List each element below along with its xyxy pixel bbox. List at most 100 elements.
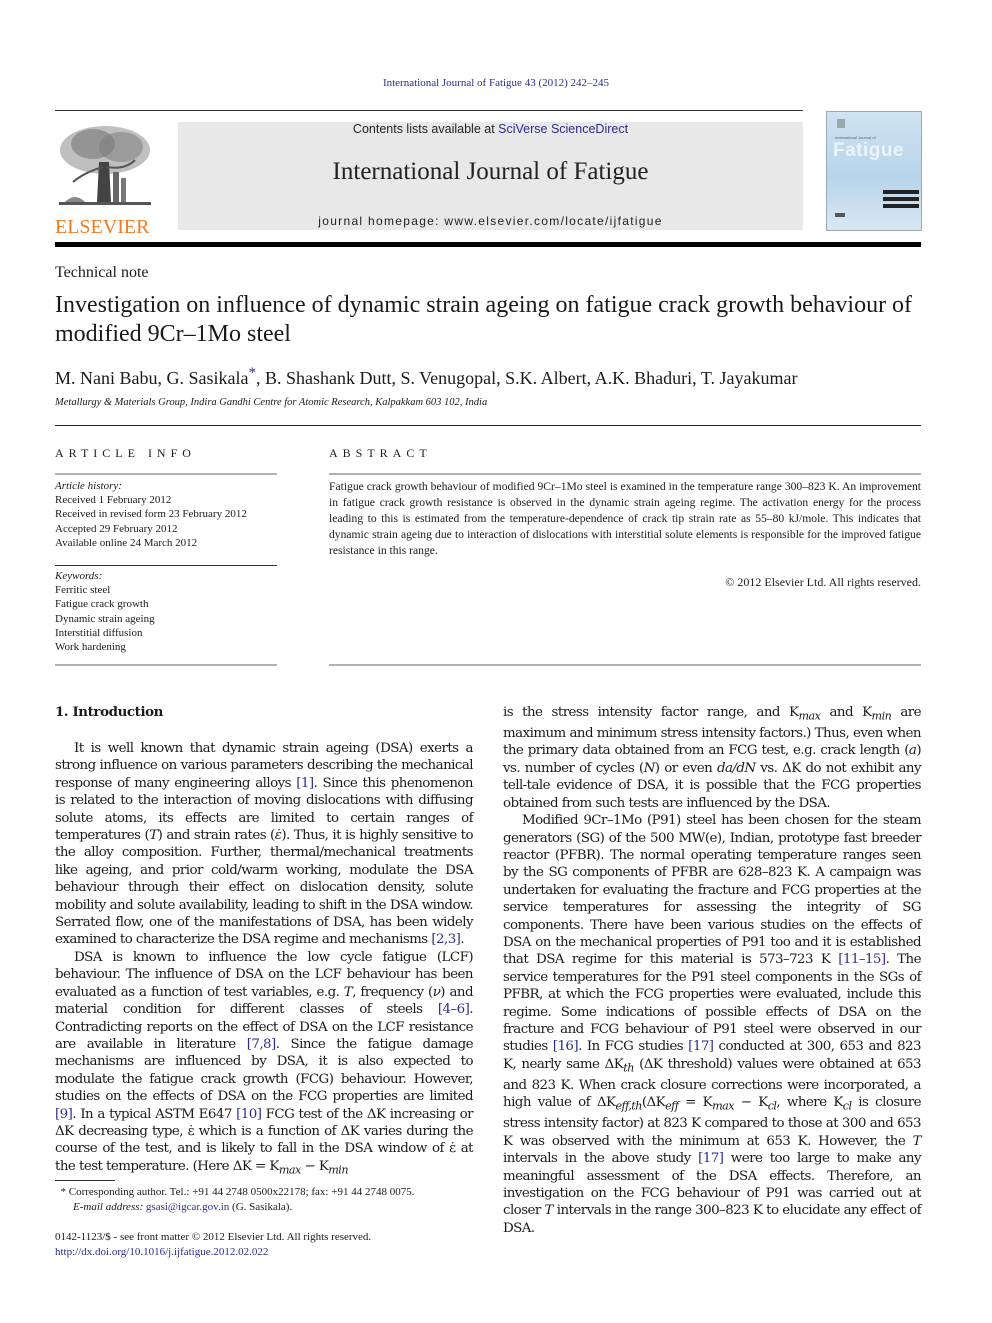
abstract-bottom-rule — [329, 664, 921, 666]
journal-homepage[interactable]: journal homepage: www.elsevier.com/locat… — [178, 214, 803, 228]
header-rule — [55, 110, 803, 111]
symbol: N — [643, 760, 656, 776]
contents-prefix: Contents lists available at — [352, 122, 499, 136]
abstract-text: Fatigue crack growth behaviour of modifi… — [329, 480, 921, 557]
cover-bar — [883, 190, 919, 194]
journal-cover-image: International Journal of Fatigue — [826, 111, 922, 231]
text: . — [460, 932, 465, 948]
contents-line: Contents lists available at SciVerse Sci… — [178, 122, 803, 136]
doi-link[interactable]: http://dx.doi.org/10.1016/j.ijfatigue.20… — [55, 1245, 371, 1260]
email-label: E-mail address: — [73, 1201, 146, 1213]
symbol: da/dN — [716, 760, 756, 776]
header-thick-rule — [55, 242, 921, 247]
footnote-email-line: E-mail address: gsasi@igcar.gov.in (G. S… — [55, 1200, 495, 1215]
subscript: max — [798, 709, 821, 723]
citation-link[interactable]: [17] — [698, 1151, 724, 1166]
subscript: max — [278, 1163, 301, 1177]
sciencedirect-link[interactable]: SciVerse ScienceDirect — [498, 122, 628, 136]
abstract-heading: ABSTRACT — [329, 446, 432, 460]
text: (ΔK — [641, 1095, 666, 1111]
citation-link[interactable]: [9] — [55, 1107, 73, 1122]
subscript: min — [328, 1163, 348, 1177]
history-item: Received 1 February 2012 — [55, 494, 172, 507]
subscript: cl — [842, 1099, 852, 1113]
footnote-rule — [55, 1180, 115, 1181]
symbol: T — [149, 828, 158, 844]
text: and K — [820, 705, 872, 720]
authors-after: , B. Shashank Dutt, S. Venugopal, S.K. A… — [255, 368, 798, 388]
cover-bar — [883, 197, 919, 201]
cover-bar — [883, 204, 919, 208]
citation-link[interactable]: [4–6] — [438, 1002, 470, 1017]
article-info-bottom-rule — [55, 664, 277, 666]
text: ). Thus, it is highly sensitive to the a… — [55, 828, 474, 948]
body-column-left: It is well known that dynamic strain age… — [55, 740, 474, 1179]
keywords: Keywords: Ferritic steel Fatigue crack g… — [55, 569, 155, 654]
subscript: th — [623, 1061, 634, 1075]
journal-banner: Contents lists available at SciVerse Sci… — [178, 122, 803, 230]
keywords-label: Keywords: — [55, 570, 103, 582]
journal-reference[interactable]: International Journal of Fatigue 43 (201… — [0, 77, 992, 89]
elsevier-tree-icon — [59, 126, 151, 205]
subscript: max — [712, 1099, 734, 1113]
citation-link[interactable]: [16] — [553, 1039, 579, 1054]
symbol: T — [912, 1133, 922, 1149]
journal-title: International Journal of Fatigue — [332, 158, 649, 185]
text: intervals in the above study — [503, 1151, 699, 1167]
footnote-contact: Corresponding author. Tel.: +91 44 2748 … — [66, 1186, 415, 1198]
keyword-item: Dynamic strain ageing — [55, 612, 155, 625]
paragraph: Modified 9Cr–1Mo (P91) steel has been ch… — [503, 812, 922, 1237]
paragraph: DSA is known to influence the low cycle … — [55, 949, 474, 1179]
citation-link[interactable]: [17] — [688, 1039, 714, 1054]
body-column-right: is the stress intensity factor range, an… — [503, 704, 922, 1237]
history-item: Accepted 29 February 2012 — [55, 522, 178, 535]
abstract-copyright: © 2012 Elsevier Ltd. All rights reserved… — [725, 575, 921, 589]
paragraph: It is well known that dynamic strain age… — [55, 740, 474, 949]
keyword-item: Interstitial diffusion — [55, 626, 143, 639]
history-item: Available online 24 March 2012 — [55, 536, 198, 549]
article-type: Technical note — [55, 264, 149, 281]
article-history: Article history: Received 1 February 201… — [55, 479, 247, 550]
text: ) and strain rates ( — [157, 828, 276, 844]
author-list: M. Nani Babu, G. Sasikala*, B. Shashank … — [55, 365, 797, 389]
cover-big-title: Fatigue — [833, 140, 905, 161]
authors-before: M. Nani Babu, G. Sasikala — [55, 368, 249, 388]
issn-line: 0142-1123/$ - see front matter © 2012 El… — [55, 1231, 372, 1243]
subscript: eff,th — [615, 1099, 642, 1113]
article-info-rule — [55, 473, 277, 475]
text: . In a typical ASTM E647 — [72, 1106, 237, 1122]
keywords-rule — [55, 565, 277, 566]
email-suffix: (G. Sasikala). — [229, 1201, 293, 1213]
citation-link[interactable]: [7,8] — [247, 1037, 277, 1052]
section-heading-introduction: 1. Introduction — [55, 704, 164, 720]
affiliation: Metallurgy & Materials Group, Indira Gan… — [55, 397, 488, 408]
citation-link[interactable]: [2,3] — [431, 932, 461, 947]
article-info-heading: ARTICLE INFO — [55, 446, 196, 460]
citation-link[interactable]: [11–15] — [838, 952, 886, 967]
text: intervals in the range 300–823 K to eluc… — [503, 1203, 922, 1236]
cover-logo-icon — [837, 119, 845, 128]
citation-link[interactable]: [1] — [296, 776, 314, 791]
email-link[interactable]: gsasi@igcar.gov.in — [146, 1201, 229, 1213]
cover-publisher-icon — [835, 213, 845, 217]
text: − K — [300, 1158, 329, 1174]
corresponding-author-mark[interactable]: * — [248, 365, 256, 381]
history-label: Article history: — [55, 480, 122, 492]
paragraph-continued: is the stress intensity factor range, an… — [503, 704, 922, 812]
text: = K — [678, 1095, 713, 1111]
keyword-item: Fatigue crack growth — [55, 598, 149, 611]
symbol: T — [343, 984, 353, 1000]
text: . In FCG studies — [578, 1039, 689, 1055]
elsevier-wordmark: ELSEVIER — [55, 216, 150, 238]
history-item: Received in revised form 23 February 201… — [55, 508, 247, 521]
text: Modified 9Cr–1Mo (P91) steel has been ch… — [503, 813, 922, 968]
text: − K — [733, 1095, 768, 1111]
text: is the stress intensity factor range, an… — [503, 705, 799, 720]
keyword-item: Ferritic steel — [55, 584, 111, 597]
keyword-item: Work hardening — [55, 641, 126, 654]
subscript: eff — [665, 1099, 679, 1113]
citation-link[interactable]: [10] — [236, 1107, 262, 1122]
elsevier-logo: ELSEVIER — [55, 122, 155, 238]
text: , where K — [776, 1095, 843, 1111]
text: ) or even — [654, 760, 717, 776]
